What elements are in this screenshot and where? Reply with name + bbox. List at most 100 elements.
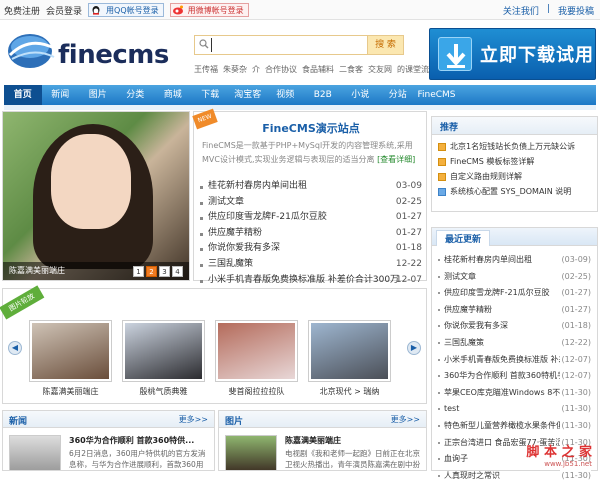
download-trial-banner[interactable]: 立即下载试用 bbox=[429, 28, 596, 80]
hot-keyword-link[interactable]: 朱葵杂 bbox=[223, 64, 247, 75]
list-item[interactable]: 测试文章 (02-25) bbox=[438, 268, 591, 286]
recommend-link[interactable]: FineCMS 模板标签详解 bbox=[450, 154, 534, 169]
list-item[interactable]: 系统核心配置 SYS_DOMAIN 说明 bbox=[438, 184, 591, 199]
list-item[interactable]: 自定义路由规则详解 bbox=[438, 169, 591, 184]
list-item[interactable]: 特色新型儿童营养橄榄水果条件俱备 (11-30) bbox=[438, 417, 591, 435]
news-thumbnail[interactable] bbox=[9, 435, 61, 470]
register-link[interactable]: 免费注册 bbox=[4, 4, 40, 17]
search-button[interactable]: 搜 索 bbox=[367, 36, 403, 54]
nav-item[interactable]: 小说 bbox=[342, 85, 380, 105]
hot-keyword-link[interactable]: 合作协议 bbox=[265, 64, 297, 75]
weibo-login-button[interactable]: 用微博帐号登录 bbox=[169, 3, 249, 17]
news-headline[interactable]: 360华为合作顺利 首款360特供... bbox=[69, 435, 194, 446]
latest-link[interactable]: 供应魔芋精粉 bbox=[444, 305, 492, 314]
nav-item[interactable]: 淘宝客 bbox=[229, 85, 267, 105]
list-item[interactable]: 供应印度雪龙牌F-21瓜尔豆胶 01-27 bbox=[200, 210, 422, 226]
latest-link[interactable]: test bbox=[444, 404, 459, 413]
follow-link[interactable]: 关注我们 bbox=[503, 4, 539, 17]
view-details-link[interactable]: [查看详细] bbox=[377, 155, 415, 164]
list-item[interactable]: 供应魔芋精粉 (01-27) bbox=[438, 301, 591, 319]
carousel-item[interactable]: 斐首阁拉拉拉队 bbox=[215, 320, 298, 397]
focus-slideshow[interactable]: 陈嘉满美丽端庄 1234 bbox=[2, 111, 190, 281]
slideshow-page-button[interactable]: 4 bbox=[172, 266, 183, 277]
nav-item[interactable]: B2B bbox=[304, 85, 342, 105]
carousel-caption[interactable]: 陈嘉满美丽端庄 bbox=[29, 386, 112, 397]
nav-item[interactable]: FineCMS bbox=[417, 85, 457, 105]
latest-link[interactable]: 人真现时之常识 bbox=[444, 471, 500, 480]
qq-login-button[interactable]: 用QQ帐号登录 bbox=[88, 3, 164, 17]
nav-item[interactable]: 商城 bbox=[154, 85, 192, 105]
picture-headline[interactable]: 陈嘉满美丽端庄 bbox=[285, 435, 341, 446]
list-item[interactable]: 供应魔芋精粉 01-27 bbox=[200, 226, 422, 242]
slideshow-page-button[interactable]: 2 bbox=[146, 266, 157, 277]
article-title-link[interactable]: 小米手机青春版免费换标准版 补差价合计300万 bbox=[208, 275, 399, 285]
list-item[interactable]: 三国乱魔策 (12-22) bbox=[438, 334, 591, 352]
latest-link[interactable]: 苹果CEO库克瞄准Windows 8不化不 bbox=[444, 388, 576, 397]
carousel-thumbnail[interactable] bbox=[308, 320, 391, 382]
hot-keyword-link[interactable]: 王传福 bbox=[194, 64, 218, 75]
carousel-caption[interactable]: 斐首阁拉拉拉队 bbox=[215, 386, 298, 397]
site-logo[interactable]: finecms bbox=[4, 27, 184, 77]
latest-link[interactable]: 测试文章 bbox=[444, 272, 476, 281]
list-item[interactable]: 北京1名短钱站长负债上万元缺公诉 bbox=[438, 139, 591, 154]
article-title-link[interactable]: 测试文章 bbox=[208, 197, 244, 207]
pictures-title[interactable]: 图片 bbox=[225, 414, 243, 427]
nav-item[interactable]: 下载 bbox=[192, 85, 230, 105]
latest-link[interactable]: 小米手机青春版免费换标准版 补差价 bbox=[444, 355, 575, 364]
article-title-link[interactable]: 你说你爱我有多深 bbox=[208, 243, 280, 253]
carousel-prev-arrow-icon[interactable]: ◀ bbox=[8, 341, 22, 355]
carousel-caption[interactable]: 北京现代 > 瑞纳 bbox=[308, 386, 391, 397]
list-item[interactable]: test (11-30) bbox=[438, 401, 591, 418]
nav-item[interactable]: 分类 bbox=[117, 85, 155, 105]
nav-item[interactable]: 分站 bbox=[379, 85, 417, 105]
latest-link[interactable]: 特色新型儿童营养橄榄水果条件俱备 bbox=[444, 421, 572, 430]
carousel-thumbnail[interactable] bbox=[215, 320, 298, 382]
login-link[interactable]: 会员登录 bbox=[46, 4, 82, 17]
carousel-item[interactable]: 陈嘉满美丽端庄 bbox=[29, 320, 112, 397]
carousel-caption[interactable]: 殷桃气质典雅 bbox=[122, 386, 205, 397]
hot-keyword-link[interactable]: 介 bbox=[252, 64, 260, 75]
recommend-link[interactable]: 系统核心配置 SYS_DOMAIN 说明 bbox=[450, 184, 571, 199]
article-title-link[interactable]: 供应印度雪龙牌F-21瓜尔豆胶 bbox=[208, 212, 327, 222]
nav-item[interactable]: 首页 bbox=[4, 85, 42, 105]
panel-title[interactable]: FineCMS演示站点 bbox=[194, 120, 428, 136]
list-item[interactable]: 小米手机青春版免费换标准版 补差价 (12-07) bbox=[438, 351, 591, 369]
article-title-link[interactable]: 三国乱魔策 bbox=[208, 259, 253, 269]
recommend-link[interactable]: 自定义路由规则详解 bbox=[450, 169, 522, 184]
slideshow-page-button[interactable]: 3 bbox=[159, 266, 170, 277]
carousel-thumbnail[interactable] bbox=[29, 320, 112, 382]
latest-link[interactable]: 桂花新村春房内单间出租 bbox=[444, 255, 532, 264]
submit-article-link[interactable]: 我要投稿 bbox=[558, 4, 594, 17]
list-item[interactable]: 桂花新村春房内单间出租 (03-09) bbox=[438, 252, 591, 269]
slideshow-page-button[interactable]: 1 bbox=[133, 266, 144, 277]
latest-link[interactable]: 供应印度雪龙牌F-21瓜尔豆胶 bbox=[444, 288, 550, 297]
carousel-item[interactable]: 北京现代 > 瑞纳 bbox=[308, 320, 391, 397]
list-item[interactable]: FineCMS 模板标签详解 bbox=[438, 154, 591, 169]
hot-keyword-link[interactable]: 二食客 bbox=[339, 64, 363, 75]
nav-item[interactable]: 新闻 bbox=[42, 85, 80, 105]
latest-link[interactable]: 你说你爱我有多深 bbox=[444, 321, 508, 330]
picture-thumbnail[interactable] bbox=[225, 435, 277, 470]
search-input[interactable] bbox=[211, 38, 361, 52]
list-item[interactable]: 人真现时之常识 (11-30) bbox=[438, 467, 591, 484]
list-item[interactable]: 小米手机青春版免费换标准版 补差价合计300万 12-07 bbox=[200, 273, 422, 289]
hot-keyword-link[interactable]: 交友网 bbox=[368, 64, 392, 75]
list-item[interactable]: 供应印度雪龙牌F-21瓜尔豆胶 (01-27) bbox=[438, 285, 591, 302]
news-more-link[interactable]: 更多>> bbox=[179, 414, 208, 425]
list-item[interactable]: 苹果CEO库克瞄准Windows 8不化不 (11-30) bbox=[438, 384, 591, 402]
carousel-next-arrow-icon[interactable]: ▶ bbox=[407, 341, 421, 355]
carousel-thumbnail[interactable] bbox=[122, 320, 205, 382]
pictures-more-link[interactable]: 更多>> bbox=[391, 414, 420, 425]
list-item[interactable]: 测试文章 02-25 bbox=[200, 195, 422, 211]
article-title-link[interactable]: 桂花新村春房内单间出租 bbox=[208, 181, 307, 191]
latest-tab[interactable]: 最近更新 bbox=[436, 230, 491, 246]
nav-item[interactable]: 视频 bbox=[267, 85, 305, 105]
carousel-item[interactable]: 殷桃气质典雅 bbox=[122, 320, 205, 397]
focus-photo[interactable] bbox=[3, 112, 189, 280]
latest-link[interactable]: 三国乱魔策 bbox=[444, 338, 484, 347]
list-item[interactable]: 桂花新村春房内单间出租 03-09 bbox=[200, 179, 422, 195]
news-title[interactable]: 新闻 bbox=[9, 414, 27, 427]
recommend-link[interactable]: 北京1名短钱站长负债上万元缺公诉 bbox=[450, 139, 575, 154]
nav-item[interactable]: 图片 bbox=[79, 85, 117, 105]
latest-link[interactable]: 血询子 bbox=[444, 454, 468, 463]
